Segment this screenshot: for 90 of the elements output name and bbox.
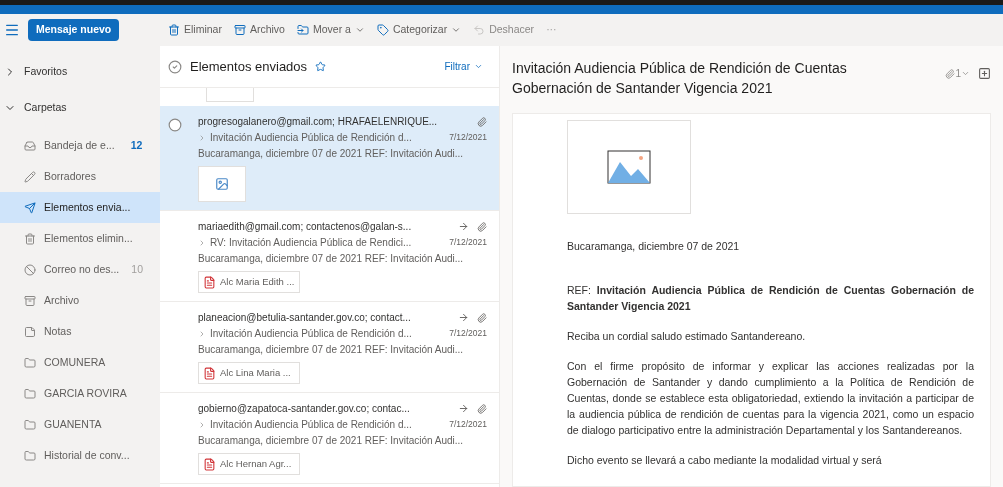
section-header[interactable]: Carpetas [0,90,160,126]
menu-icon[interactable] [4,22,20,38]
message-recipients: mariaedith@gmail.com; contactenos@galan-s... [198,220,412,234]
chevron-right-icon[interactable] [198,420,206,429]
image-icon [215,177,229,191]
folder-item[interactable]: COMUNERA [0,347,160,378]
folder-item[interactable]: Borradores [0,161,160,192]
body-paragraph: Dicho evento se llevará a cabo mediante la modalidad virtual y será [567,453,883,468]
chevron-right-icon[interactable] [198,133,206,142]
paperclip-icon [477,221,487,232]
email-subject: Invitación Audiencia Pública de Rendición de Cuentas Gobernación de Santander Vigencia 2021 [512,59,848,98]
folder-item[interactable]: Bandeja de e... 12 [0,130,160,161]
archive-icon [233,24,246,36]
message-subject: RV: Invitación Audiencia Pública de Rendici... [210,236,412,250]
new-message-button[interactable]: Mensaje nuevo [28,19,120,41]
folder-item[interactable]: Archivo [0,285,160,316]
message-date: 7/12/2021 [449,418,487,431]
paperclip-icon [945,68,956,79]
folder-icon [24,356,36,369]
chevron-right-icon[interactable] [198,238,206,247]
list-title: Elementos enviados [190,57,308,76]
message-preview: Bucaramanga, diciembre 07 de 2021 REF: Invitación Audi... [198,343,465,357]
expand-icon[interactable] [978,67,991,80]
document-icon [203,275,216,289]
message-preview: Bucaramanga, diciembre 07 de 2021 REF: Invitación Audi... [198,434,465,448]
folder-icon [24,449,36,462]
folder-icon [24,418,36,431]
blocked-icon [24,263,36,276]
undo-icon [473,24,486,36]
chevron-down-icon [961,69,970,78]
toolbar-button[interactable]: Categorizar [376,22,462,38]
folder-item[interactable]: GUANENTA [0,409,160,440]
folder-item[interactable]: Notas [0,316,160,347]
toolbar-button[interactable]: Eliminar [168,22,222,38]
attachment-chip[interactable]: Alc Hernan Agr... [198,453,300,475]
toolbar-button[interactable]: Archivo [233,22,285,38]
attachment-chip[interactable]: Alc Lina Maria ... [198,362,300,384]
archive-icon [24,294,36,307]
message-subject: Invitación Audiencia Pública de Rendición d... [210,418,412,432]
message-recipients: progresogalanero@gmail.com; HRAFAELENRIQUE... [198,115,438,129]
star-icon[interactable] [315,61,327,72]
attachment-chip[interactable]: Alc Maria Edith ... [198,271,300,293]
inbox-icon [24,139,36,152]
tag-icon [376,24,389,36]
folder-item[interactable]: GARCIA ROVIRA [0,378,160,409]
attachment-name: Alc Maria Edith ... [220,274,295,289]
trash-icon [24,232,36,245]
select-all-icon[interactable] [168,59,182,74]
paperclip-icon [477,312,487,323]
message-preview: Bucaramanga, diciembre 07 de 2021 REF: Invitación Audi... [198,252,465,266]
message-subject: Invitación Audiencia Pública de Rendición d... [210,327,412,341]
unread-count: 10 [131,261,143,277]
note-icon [24,325,36,338]
message-recipients: planeacion@betulia-santander.gov.co; contact... [198,311,411,325]
section-header[interactable]: Favoritos [0,54,160,90]
document-icon [203,457,216,471]
message-recipients: gobierno@zapatoca-santander.gov.co; contac... [198,402,410,416]
send-icon [24,201,36,214]
message-date: 7/12/2021 [449,131,487,144]
folder-item[interactable]: Elementos envia... [0,192,160,223]
document-icon [203,366,216,380]
body-paragraph: Bucaramanga, diciembre 07 de 2021 [567,239,741,254]
folder-icon [24,387,36,400]
paperclip-icon [477,116,487,127]
body-paragraph: REF: Invitación Audiencia Pública de Rendición de Cuentas Gobernación de Santander Vigencia 2021 [567,283,974,314]
chevron-right-icon[interactable] [198,329,206,338]
chevron-down-icon [474,62,483,71]
message-item[interactable]: progresogalanero@gmail.com; HRAFAELENRIQUE... Invitación Audiencia Pública de Rendición d... 7/12/2021 Bucaramanga, diciembre 07 de 2021 REF: Invitación Audi... [160,106,499,211]
toolbar-button[interactable]: Mover a [296,22,365,38]
unread-count: 12 [130,137,143,153]
folder-item[interactable]: Correo no des... 10 [0,254,160,285]
filter-button[interactable]: Filtrar [444,59,483,74]
attachment-count[interactable]: 1 [945,66,970,81]
message-subject: Invitación Audiencia Pública de Rendición d... [210,131,412,145]
message-preview: Bucaramanga, diciembre 07 de 2021 REF: Invitación Audi... [198,147,465,161]
folder-icon [296,24,309,36]
pencil-icon [24,170,36,183]
attachment-name: Alc Hernan Agr... [220,456,292,471]
body-paragraph: Con el firme propósito de informar y explicar las acciones realizadas por la Gobernación de Santander y dando cumplimiento a la Política de Rendición de Cuentas, donde se establece esta obligatoriedad, extiendo la invitación a participar de la audiencia pública de rendición de cuentas para la vigencia 2021, como un espacio de dialogo participativo entre la administración Departamental y los Santandereanos. [567,359,974,438]
message-date: 7/12/2021 [449,236,487,249]
folder-item[interactable]: Elementos elimin... [0,223,160,254]
body-paragraph: Reciba un cordial saludo estimado Santandereano. [567,329,807,344]
attachment-thumbnail[interactable] [198,166,246,202]
radio-circle-icon[interactable] [168,118,182,132]
mountain-image-icon [607,150,651,184]
attachment-name: Alc Lina Maria ... [220,365,291,380]
trash-icon [168,24,180,36]
folder-item[interactable]: Historial de conv... [0,440,160,471]
message-date: 7/12/2021 [449,327,487,340]
paperclip-icon [477,403,487,414]
